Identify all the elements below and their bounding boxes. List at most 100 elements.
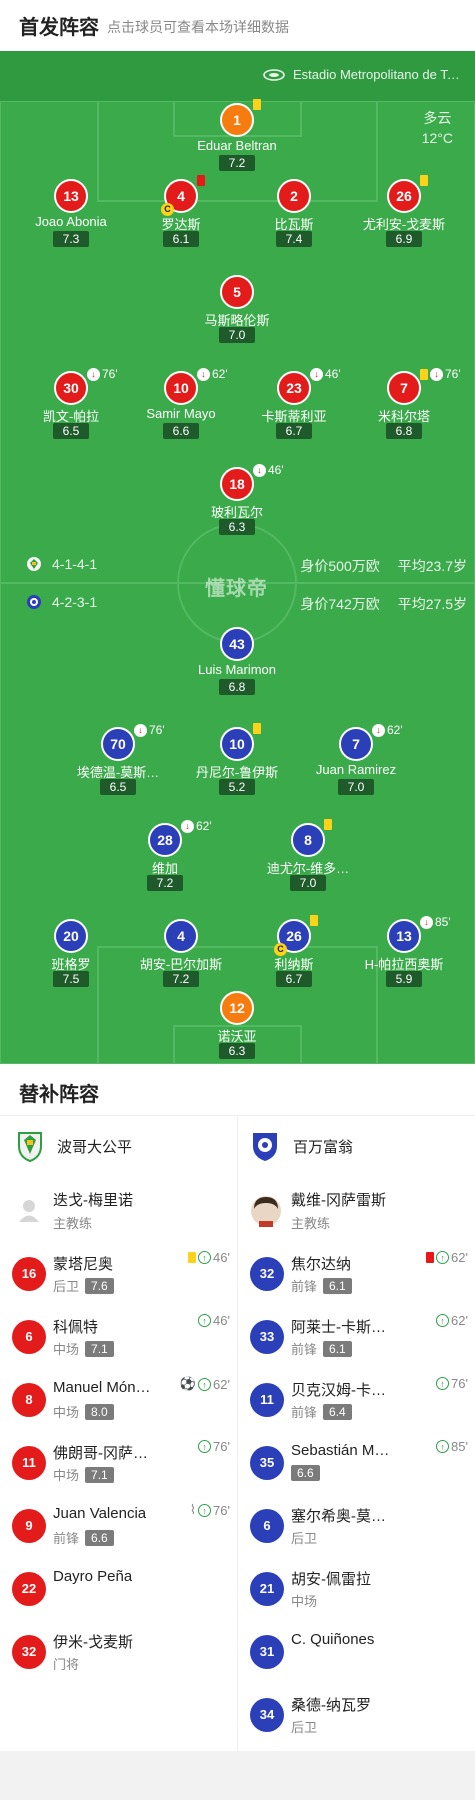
coach-row[interactable]: 戴维-冈萨雷斯 主教练 xyxy=(238,1179,475,1242)
sub-in-icon: ↑ xyxy=(198,1503,212,1517)
player-rating: 7.0 xyxy=(290,875,326,891)
player-card[interactable]: 26 C 利纳斯 6.7 xyxy=(234,915,354,987)
player-card[interactable]: 10 丹尼尔-鲁伊斯 5.2 xyxy=(177,723,297,795)
sub-minute: 62' xyxy=(196,819,212,833)
player-rating: 6.4 xyxy=(323,1403,352,1420)
player-name: Samir Mayo xyxy=(146,406,216,421)
player-name: 胡安-佩雷拉 xyxy=(291,1571,371,1588)
stadium-icon xyxy=(263,68,285,81)
sub-row[interactable]: 6 塞尔希奥-莫… 后卫 xyxy=(238,1494,475,1557)
sub-row[interactable]: 32 焦尔达纳 前锋 6.1 ↑ 62' xyxy=(238,1242,475,1305)
player-card[interactable]: 12 诺沃亚 6.3 xyxy=(177,991,297,1059)
sub-in-icon: ↑ xyxy=(436,1251,450,1264)
player-events: ↓ 62' xyxy=(197,367,228,381)
sub-row[interactable]: 11 贝克汉姆-卡… 前锋 6.4 ↑ 76' xyxy=(238,1368,475,1431)
player-rating: 6.1 xyxy=(323,1340,352,1357)
player-card[interactable]: 26 尤利安-戈麦斯 6.9 xyxy=(344,175,464,247)
player-events: ↑ 85' xyxy=(436,1439,468,1454)
player-name: Eduar Beltran xyxy=(197,138,277,153)
home-formation-text: 4-1-4-1 xyxy=(52,556,98,572)
player-card[interactable]: 23 ↓ 46' 卡斯蒂利亚 6.7 xyxy=(234,367,354,439)
sub-row[interactable]: 21 胡安-佩雷拉 中场 xyxy=(238,1557,475,1620)
lineup-header: 首发阵容 点击球员可查看本场详细数据 xyxy=(0,0,475,51)
player-card[interactable]: 10 ↓ 62' Samir Mayo 6.6 xyxy=(121,367,241,439)
coach-avatar-icon xyxy=(251,1196,281,1227)
team-name: 百万富翁 xyxy=(293,1138,354,1156)
player-position: 中场 xyxy=(53,1342,80,1357)
player-rating: 6.5 xyxy=(53,423,89,439)
sub-out-icon: ↓ xyxy=(430,367,443,381)
player-number: 22 xyxy=(12,1572,46,1606)
sub-minute: 76' xyxy=(445,367,461,381)
player-position: 后卫 xyxy=(291,1720,318,1735)
sub-row[interactable]: 33 阿莱士-卡斯… 前锋 6.1 ↑ 62' xyxy=(238,1305,475,1368)
player-card[interactable]: 1 Eduar Beltran 7.2 xyxy=(177,99,297,171)
player-number: 1 xyxy=(220,103,254,137)
player-position: 中场 xyxy=(53,1468,80,1483)
player-card[interactable]: 28 ↓ 62' 维加 7.2 xyxy=(105,819,225,891)
player-card[interactable]: 18 ↓ 46' 玻利瓦尔 6.3 xyxy=(177,463,297,535)
sub-row[interactable]: 9 Juan Valencia 前锋 6.6 ⌇ ↑ 76' xyxy=(0,1494,237,1557)
home-team-header[interactable]: 波哥大公平 xyxy=(16,1116,132,1176)
sub-out-icon: ↓ xyxy=(253,463,266,477)
sub-row[interactable]: 8 Manuel Mónaco 中场 8.0 ⚽ ↑ 62' xyxy=(0,1368,237,1431)
player-card[interactable]: 13 Joao Abonia 7.3 xyxy=(11,179,131,247)
player-position: 中场 xyxy=(53,1405,80,1420)
sub-row[interactable]: 16 蒙塔尼奥 后卫 7.6 ↑ 46' xyxy=(0,1242,237,1305)
away-team-header[interactable]: 百万富翁 xyxy=(250,1116,353,1176)
sub-row[interactable]: 35 Sebastián Mo… 6.6 ↑ 85' xyxy=(238,1431,475,1494)
player-card[interactable]: 20 班格罗 7.5 xyxy=(11,919,131,987)
player-number: 32 xyxy=(250,1257,284,1291)
player-position: 前锋 xyxy=(291,1279,318,1294)
player-rating: 6.6 xyxy=(85,1529,114,1546)
page-title: 首发阵容 xyxy=(19,17,99,39)
yellow-card-icon xyxy=(324,819,332,830)
away-team-logo-icon xyxy=(27,595,41,609)
sub-minute: 62' xyxy=(451,1313,468,1328)
player-card[interactable]: 30 ↓ 76' 凯文-帕拉 6.5 xyxy=(11,367,131,439)
sub-minute: 85' xyxy=(435,915,451,929)
player-rating: 6.3 xyxy=(219,519,255,535)
player-number: 33 xyxy=(250,1320,284,1354)
yellow-card-icon xyxy=(310,915,318,926)
player-card[interactable]: 4 C 罗达斯 6.1 xyxy=(121,175,241,247)
player-rating: 7.1 xyxy=(85,1340,114,1357)
player-events: ↓ 76' xyxy=(420,367,461,381)
player-card[interactable]: 70 ↓ 76' 埃德温-莫斯… 6.5 xyxy=(58,723,178,795)
player-rating: 6.5 xyxy=(100,779,136,795)
player-name: 桑德-纳瓦罗 xyxy=(291,1697,371,1714)
player-card[interactable]: 13 ↓ 85' H-帕拉西奥斯 5.9 xyxy=(344,915,464,987)
player-card[interactable]: 8 迪尤尔-维多… 7.0 xyxy=(248,819,368,891)
sub-row[interactable]: 11 佛朗哥-冈萨… 中场 7.1 ↑ 76' xyxy=(0,1431,237,1494)
sub-minute: 46' xyxy=(268,463,284,477)
player-events: ↓ 76' xyxy=(87,367,118,381)
player-position: 中场 xyxy=(291,1594,318,1609)
red-card-icon xyxy=(426,1252,435,1263)
sub-out-icon: ↓ xyxy=(372,723,385,737)
player-number: 43 xyxy=(220,627,254,661)
player-rating: 6.8 xyxy=(219,679,255,695)
player-events: ↓ 62' xyxy=(181,819,212,833)
sub-row[interactable]: 32 伊米-戈麦斯 门将 xyxy=(0,1620,237,1683)
player-card[interactable]: 7 ↓ 62' Juan Ramirez 7.0 xyxy=(296,723,416,795)
player-card[interactable]: 43 Luis Marimon 6.8 xyxy=(177,627,297,695)
sub-minute: 85' xyxy=(451,1439,468,1454)
sub-row[interactable]: 31 C. Quiñones xyxy=(238,1620,475,1683)
player-number: 13 xyxy=(54,179,88,213)
coach-row[interactable]: 迭戈-梅里诺 主教练 xyxy=(0,1179,237,1242)
page-subtitle: 点击球员可查看本场详细数据 xyxy=(107,18,289,35)
sub-row[interactable]: 34 桑德-纳瓦罗 后卫 xyxy=(238,1683,475,1746)
player-events xyxy=(420,175,430,186)
player-card[interactable]: 2 比瓦斯 7.4 xyxy=(234,179,354,247)
player-card[interactable]: 5 马斯略伦斯 7.0 xyxy=(177,275,297,343)
player-events: ↑ 62' xyxy=(426,1250,468,1265)
player-name: 贝克汉姆-卡… xyxy=(291,1382,386,1399)
goal-icon: ⚽ xyxy=(179,1376,197,1391)
sub-row[interactable]: 6 科佩特 中场 7.1 ↑ 46' xyxy=(0,1305,237,1368)
sub-row[interactable]: 22 Dayro Peña xyxy=(0,1557,237,1620)
player-card[interactable]: 4 胡安-巴尔加斯 7.2 xyxy=(121,919,241,987)
sub-minute: 76' xyxy=(213,1439,230,1454)
red-card-icon xyxy=(197,175,205,186)
player-number: 8 xyxy=(291,823,325,857)
player-card[interactable]: 7 ↓ 76' 米科尔塔 6.8 xyxy=(344,367,464,439)
